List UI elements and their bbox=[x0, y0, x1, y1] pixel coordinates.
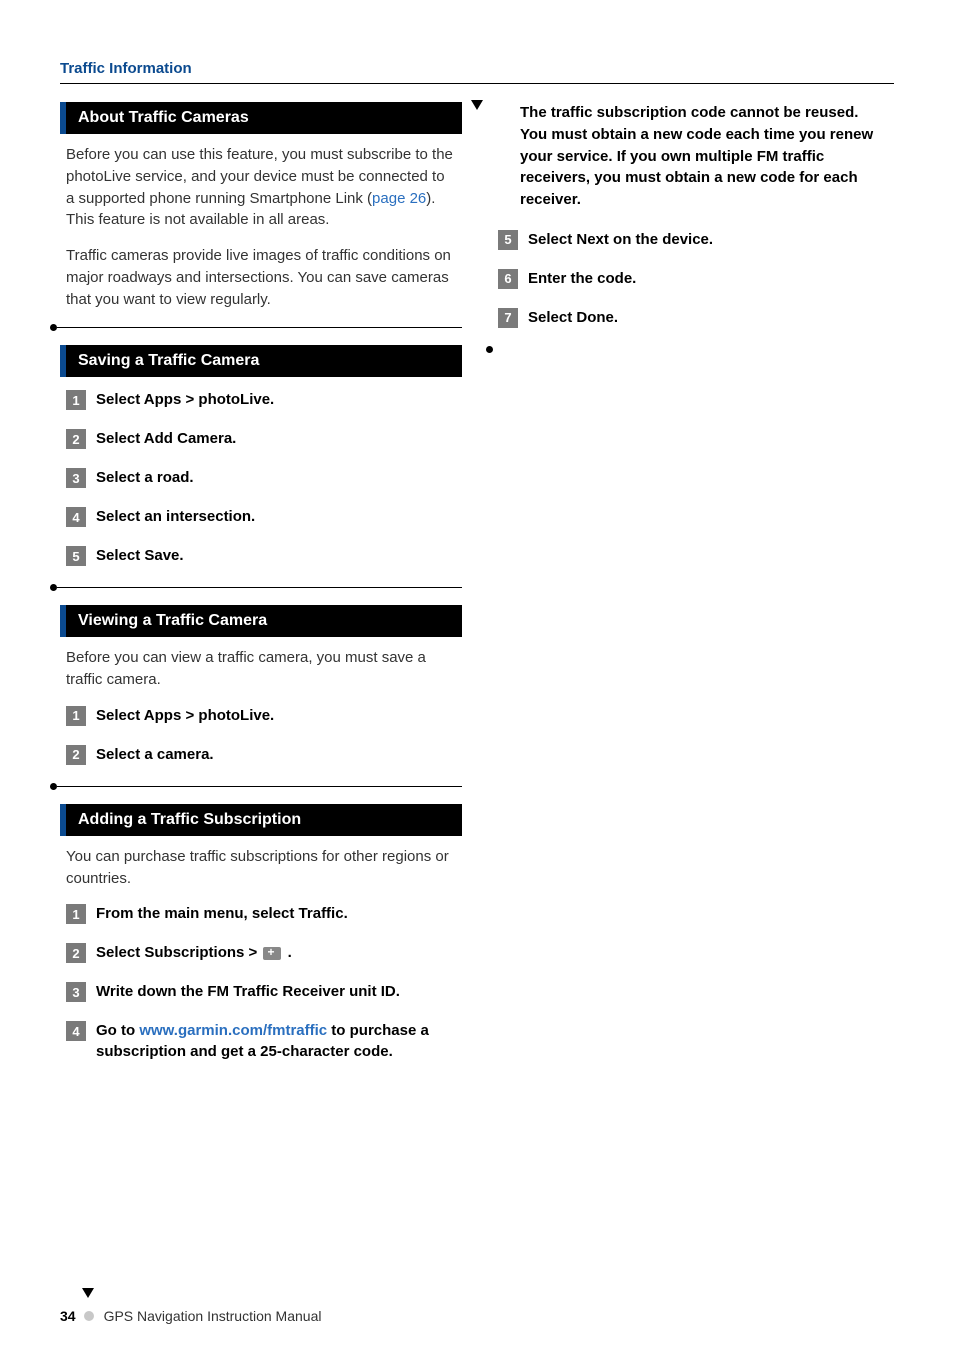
divider-dot bbox=[50, 324, 57, 331]
section-title: Adding a Traffic Subscription bbox=[78, 811, 301, 828]
footer-bullet-icon bbox=[84, 1311, 94, 1321]
text: Traffic cameras provide live images of t… bbox=[66, 247, 451, 308]
section-saving-traffic-camera: Saving a Traffic Camera bbox=[60, 345, 462, 377]
step-text: Select Apps > photoLive. bbox=[96, 705, 274, 726]
divider-dot bbox=[50, 584, 57, 591]
footer-title: GPS Navigation Instruction Manual bbox=[104, 1308, 322, 1324]
divider-dot bbox=[50, 783, 57, 790]
step-text: Enter the code. bbox=[528, 268, 636, 289]
step-item: 2 Select Add Camera. bbox=[60, 428, 462, 449]
column-end-marker bbox=[486, 346, 894, 353]
step-number: 5 bbox=[66, 546, 86, 566]
step-item: 4 Select an intersection. bbox=[60, 506, 462, 527]
step-number: 2 bbox=[66, 943, 86, 963]
column-continue-arrow-bottom bbox=[82, 1288, 94, 1298]
text: . bbox=[283, 944, 291, 961]
section-divider bbox=[50, 584, 462, 591]
step-number: 7 bbox=[498, 308, 518, 328]
divider-line bbox=[57, 587, 462, 588]
right-column: The traffic subscription code cannot be … bbox=[492, 102, 894, 1080]
step-item: 1 From the main menu, select Traffic. bbox=[60, 903, 462, 924]
section-accent-bar bbox=[60, 605, 66, 637]
section-title: Viewing a Traffic Camera bbox=[78, 612, 267, 629]
step-number: 3 bbox=[66, 982, 86, 1002]
step-number: 2 bbox=[66, 745, 86, 765]
step-text: Select Apps > photoLive. bbox=[96, 389, 274, 410]
step-number: 1 bbox=[66, 390, 86, 410]
step-item: 5 Select Next on the device. bbox=[492, 229, 894, 250]
step-number: 4 bbox=[66, 507, 86, 527]
step-text: Select Add Camera. bbox=[96, 428, 236, 449]
step-item: 2 Select a camera. bbox=[60, 744, 462, 765]
step-number: 6 bbox=[498, 269, 518, 289]
step-item: 2 Select Subscriptions > . bbox=[60, 942, 462, 963]
page-link[interactable]: page 26 bbox=[372, 190, 426, 207]
page-header: Traffic Information bbox=[60, 60, 894, 84]
step-item: 3 Select a road. bbox=[60, 467, 462, 488]
step-text: Select a road. bbox=[96, 467, 194, 488]
divider-line bbox=[57, 786, 462, 787]
left-column: About Traffic Cameras Before you can use… bbox=[60, 102, 462, 1080]
step-text: From the main menu, select Traffic. bbox=[96, 903, 348, 924]
text: Select Subscriptions > bbox=[96, 944, 261, 961]
step-text: Go to www.garmin.com/fmtraffic to purcha… bbox=[96, 1020, 462, 1062]
step-item: 5 Select Save. bbox=[60, 545, 462, 566]
section-viewing-traffic-camera: Viewing a Traffic Camera bbox=[60, 605, 462, 637]
section-title: About Traffic Cameras bbox=[78, 109, 249, 126]
section-accent-bar bbox=[60, 102, 66, 134]
add-icon bbox=[263, 947, 281, 960]
step-item: 6 Enter the code. bbox=[492, 268, 894, 289]
step-item: 1 Select Apps > photoLive. bbox=[60, 389, 462, 410]
about-paragraph-2: Traffic cameras provide live images of t… bbox=[66, 245, 456, 310]
step-item: 1 Select Apps > photoLive. bbox=[60, 705, 462, 726]
viewing-intro: Before you can view a traffic camera, yo… bbox=[66, 647, 456, 691]
step-number: 1 bbox=[66, 706, 86, 726]
section-accent-bar bbox=[60, 345, 66, 377]
step-text: Select Save. bbox=[96, 545, 184, 566]
section-adding-traffic-subscription: Adding a Traffic Subscription bbox=[60, 804, 462, 836]
subscription-intro: You can purchase traffic subscriptions f… bbox=[66, 846, 456, 890]
section-title: Saving a Traffic Camera bbox=[78, 352, 259, 369]
text: Go to bbox=[96, 1022, 139, 1039]
step-text: Write down the FM Traffic Receiver unit … bbox=[96, 981, 400, 1002]
section-divider bbox=[50, 324, 462, 331]
step-text: Select Subscriptions > . bbox=[96, 942, 292, 963]
step-number: 2 bbox=[66, 429, 86, 449]
step-text: Select Next on the device. bbox=[528, 229, 713, 250]
step-item: 3 Write down the FM Traffic Receiver uni… bbox=[60, 981, 462, 1002]
step-number: 1 bbox=[66, 904, 86, 924]
fmtraffic-link[interactable]: www.garmin.com/fmtraffic bbox=[139, 1022, 327, 1039]
section-accent-bar bbox=[60, 804, 66, 836]
step-item: 4 Go to www.garmin.com/fmtraffic to purc… bbox=[60, 1020, 462, 1062]
page-number: 34 bbox=[60, 1308, 76, 1324]
section-about-traffic-cameras: About Traffic Cameras bbox=[60, 102, 462, 134]
step-text: Select a camera. bbox=[96, 744, 214, 765]
divider-line bbox=[57, 327, 462, 328]
step-text: Select an intersection. bbox=[96, 506, 255, 527]
step-number: 4 bbox=[66, 1021, 86, 1041]
end-dot bbox=[486, 346, 493, 353]
step-number: 3 bbox=[66, 468, 86, 488]
about-paragraph-1: Before you can use this feature, you mus… bbox=[66, 144, 456, 231]
step-number: 5 bbox=[498, 230, 518, 250]
section-divider bbox=[50, 783, 462, 790]
page-footer: 34 GPS Navigation Instruction Manual bbox=[60, 1308, 894, 1324]
column-continue-arrow-top bbox=[471, 100, 483, 110]
subscription-code-note: The traffic subscription code cannot be … bbox=[520, 102, 888, 211]
step-item: 7 Select Done. bbox=[492, 307, 894, 328]
step-text: Select Done. bbox=[528, 307, 618, 328]
